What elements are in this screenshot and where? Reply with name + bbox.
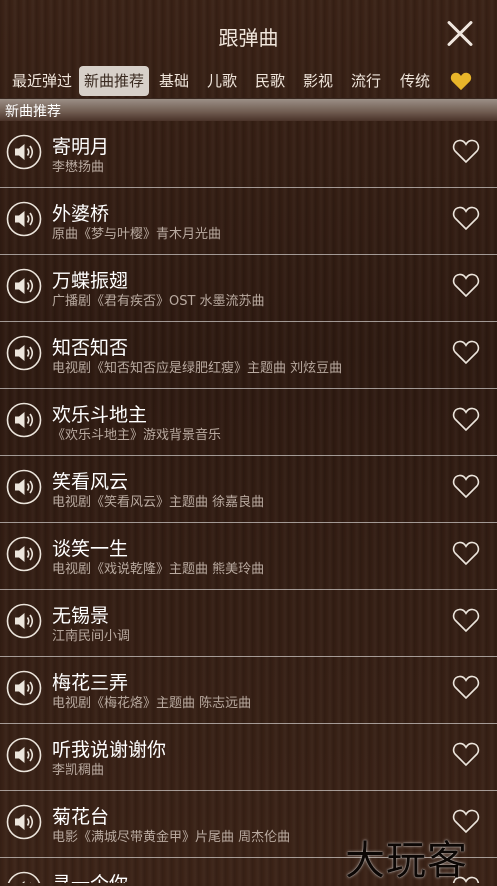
tab-pop[interactable]: 流行	[347, 66, 385, 96]
favorite-heart-icon[interactable]	[452, 607, 480, 633]
speaker-icon[interactable]	[6, 737, 42, 773]
song-subtitle: 电视剧《梅花烙》主题曲 陈志远曲	[52, 696, 252, 711]
section-label: 新曲推荐	[5, 104, 61, 120]
heart-icon[interactable]	[450, 70, 472, 92]
song-title: 谈笑一生	[52, 538, 129, 560]
song-title: 听我说谢谢你	[52, 739, 167, 761]
tab-traditional[interactable]: 传统	[395, 66, 435, 96]
list-item[interactable]: 无锡景 江南民间小调	[0, 589, 497, 657]
song-subtitle: 李懋扬曲	[52, 160, 105, 175]
song-title: 寄明月	[52, 136, 110, 158]
song-title: 无锡景	[52, 605, 110, 627]
song-subtitle: 电视剧《笑看风云》主题曲 徐嘉良曲	[52, 495, 265, 510]
tab-new-songs[interactable]: 新曲推荐	[79, 66, 149, 96]
list-item[interactable]: 外婆桥 原曲《梦与叶樱》青木月光曲	[0, 187, 497, 255]
header-bar: 跟弹曲	[0, 0, 497, 66]
list-item[interactable]: 梅花三弄 电视剧《梅花烙》主题曲 陈志远曲	[0, 656, 497, 724]
list-item[interactable]: 听我说谢谢你 李凯稠曲	[0, 723, 497, 791]
speaker-icon[interactable]	[6, 469, 42, 505]
song-title: 寻一个你	[52, 869, 128, 883]
list-item[interactable]: 万蝶振翅 广播剧《君有疾否》OST 水墨流苏曲	[0, 254, 497, 322]
speaker-icon[interactable]	[6, 335, 42, 371]
favorite-heart-icon[interactable]	[452, 674, 480, 700]
speaker-icon[interactable]	[6, 536, 42, 572]
tab-basic[interactable]: 基础	[155, 66, 193, 96]
song-title: 外婆桥	[52, 203, 110, 225]
song-title: 万蝶振翅	[52, 270, 129, 292]
list-item[interactable]: 寄明月 李懋扬曲	[0, 120, 497, 188]
favorite-heart-icon[interactable]	[452, 339, 480, 365]
favorite-heart-icon[interactable]	[452, 272, 480, 298]
tab-recent[interactable]: 最近弹过	[8, 66, 76, 96]
list-item[interactable]: 谈笑一生 电视剧《戏说乾隆》主题曲 熊美玲曲	[0, 522, 497, 590]
speaker-icon[interactable]	[6, 804, 42, 840]
song-title: 知否知否	[52, 337, 129, 359]
favorite-heart-icon[interactable]	[452, 540, 480, 566]
song-subtitle: 电视剧《知否知否应是绿肥红瘦》主题曲 刘炫豆曲	[52, 361, 343, 376]
favorite-heart-icon[interactable]	[452, 138, 480, 164]
speaker-icon[interactable]	[6, 603, 42, 639]
speaker-icon[interactable]	[6, 201, 42, 237]
song-subtitle: 李凯稠曲	[52, 763, 105, 778]
speaker-icon[interactable]	[6, 402, 42, 438]
speaker-icon[interactable]	[6, 268, 42, 304]
list-item[interactable]: 笑看风云 电视剧《笑看风云》主题曲 徐嘉良曲	[0, 455, 497, 523]
tab-film-tv[interactable]: 影视	[299, 66, 337, 96]
song-subtitle: 江南民间小调	[52, 629, 131, 644]
tab-folk-songs[interactable]: 民歌	[251, 66, 289, 96]
close-icon[interactable]	[440, 14, 480, 54]
song-subtitle: 电影《满城尽带黄金甲》片尾曲 周杰伦曲	[52, 830, 291, 845]
section-header: 新曲推荐	[0, 98, 497, 121]
page-title: 跟弹曲	[218, 26, 279, 50]
favorite-heart-icon[interactable]	[452, 406, 480, 432]
watermark: 大玩客	[345, 838, 468, 884]
song-title: 欢乐斗地主	[52, 404, 148, 426]
favorite-heart-icon[interactable]	[452, 205, 480, 231]
favorite-heart-icon[interactable]	[452, 741, 480, 767]
tab-children-songs[interactable]: 儿歌	[203, 66, 241, 96]
song-title: 菊花台	[52, 806, 110, 828]
song-subtitle: 原曲《梦与叶樱》青木月光曲	[52, 227, 222, 242]
song-title: 梅花三弄	[52, 672, 129, 694]
song-subtitle: 《欢乐斗地主》游戏背景音乐	[52, 428, 222, 443]
list-item[interactable]: 知否知否 电视剧《知否知否应是绿肥红瘦》主题曲 刘炫豆曲	[0, 321, 497, 389]
favorite-heart-icon[interactable]	[452, 473, 480, 499]
category-tabs: 最近弹过 新曲推荐 基础 儿歌 民歌 影视 流行 传统	[0, 66, 497, 98]
song-list: 寄明月 李懋扬曲 外婆桥 原曲《梦与叶樱》青木月光曲 万蝶振翅 广播剧《君有疾否…	[0, 120, 497, 883]
list-item[interactable]: 欢乐斗地主 《欢乐斗地主》游戏背景音乐	[0, 388, 497, 456]
speaker-icon[interactable]	[6, 134, 42, 170]
song-subtitle: 广播剧《君有疾否》OST 水墨流苏曲	[52, 294, 265, 309]
song-title: 笑看风云	[52, 471, 129, 493]
speaker-icon[interactable]	[6, 670, 42, 706]
speaker-icon[interactable]	[6, 871, 42, 883]
song-subtitle: 电视剧《戏说乾隆》主题曲 熊美玲曲	[52, 562, 265, 577]
